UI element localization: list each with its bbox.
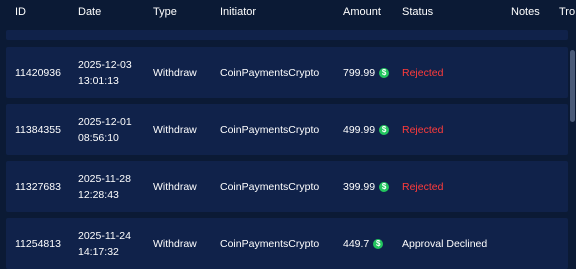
table-row[interactable]: 11420936 2025-12-03 13:01:13 Withdraw Co… xyxy=(6,47,568,98)
dollar-circle-icon: $ xyxy=(379,124,390,135)
column-header-type[interactable]: Type xyxy=(153,6,177,18)
cell-amount: 499.99 $ xyxy=(343,123,390,136)
column-header-date[interactable]: Date xyxy=(78,6,101,18)
cell-date-day: 2025-12-01 xyxy=(78,115,132,128)
cell-initiator: CoinPaymentsCrypto xyxy=(220,66,320,79)
cell-type: Withdraw xyxy=(153,180,197,193)
cell-initiator: CoinPaymentsCrypto xyxy=(220,123,320,136)
cell-date-day: 2025-11-28 xyxy=(78,172,131,185)
cell-date: 2025-11-28 12:28:43 xyxy=(78,171,131,203)
cell-status: Rejected xyxy=(402,180,444,193)
cell-amount: 449.7 $ xyxy=(343,237,384,250)
cell-type: Withdraw xyxy=(153,237,197,250)
cell-date-time: 14:17:32 xyxy=(78,245,119,258)
table-header: ID Date Type Initiator Amount Status Not… xyxy=(0,0,576,30)
column-header-id[interactable]: ID xyxy=(15,6,26,18)
amount-value: 399.99 xyxy=(343,180,376,193)
cell-date: 2025-12-03 13:01:13 xyxy=(78,57,132,89)
cell-date-time: 12:28:43 xyxy=(78,188,119,201)
dollar-circle-icon: $ xyxy=(373,238,384,249)
cell-id: 11327683 xyxy=(15,180,61,193)
cell-id: 11384355 xyxy=(15,123,61,136)
cell-type: Withdraw xyxy=(153,123,197,136)
amount-value: 449.7 xyxy=(343,237,370,250)
cell-initiator: CoinPaymentsCrypto xyxy=(220,180,320,193)
cell-date-day: 2025-11-24 xyxy=(78,229,131,242)
dollar-circle-icon: $ xyxy=(379,181,390,192)
column-header-initiator[interactable]: Initiator xyxy=(220,6,256,18)
table-row[interactable]: 11327683 2025-11-28 12:28:43 Withdraw Co… xyxy=(6,161,568,212)
cell-date-time: 13:01:13 xyxy=(78,74,119,87)
table-row[interactable]: 11254813 2025-11-24 14:17:32 Withdraw Co… xyxy=(6,218,568,269)
amount-value: 799.99 xyxy=(343,66,376,79)
table-row-partial xyxy=(6,30,568,40)
cell-status: Rejected xyxy=(402,66,444,79)
column-header-truncated[interactable]: Tro xyxy=(559,6,575,18)
cell-date: 2025-11-24 14:17:32 xyxy=(78,228,131,260)
scrollbar-thumb[interactable] xyxy=(570,50,575,122)
table-row[interactable]: 11384355 2025-12-01 08:56:10 Withdraw Co… xyxy=(6,104,568,155)
cell-date: 2025-12-01 08:56:10 xyxy=(78,114,132,146)
dollar-circle-icon: $ xyxy=(379,67,390,78)
vertical-scrollbar[interactable] xyxy=(570,30,575,263)
amount-value: 499.99 xyxy=(343,123,376,136)
cell-id: 11420936 xyxy=(15,66,61,79)
column-header-amount[interactable]: Amount xyxy=(343,6,381,18)
cell-initiator: CoinPaymentsCrypto xyxy=(220,237,320,250)
cell-id: 11254813 xyxy=(15,237,61,250)
column-header-notes[interactable]: Notes xyxy=(511,6,540,18)
cell-status: Rejected xyxy=(402,123,444,136)
cell-amount: 799.99 $ xyxy=(343,66,390,79)
cell-date-day: 2025-12-03 xyxy=(78,58,132,71)
cell-status: Approval Declined xyxy=(402,237,488,250)
cell-date-time: 08:56:10 xyxy=(78,131,119,144)
cell-type: Withdraw xyxy=(153,66,197,79)
column-header-status[interactable]: Status xyxy=(402,6,433,18)
cell-amount: 399.99 $ xyxy=(343,180,390,193)
